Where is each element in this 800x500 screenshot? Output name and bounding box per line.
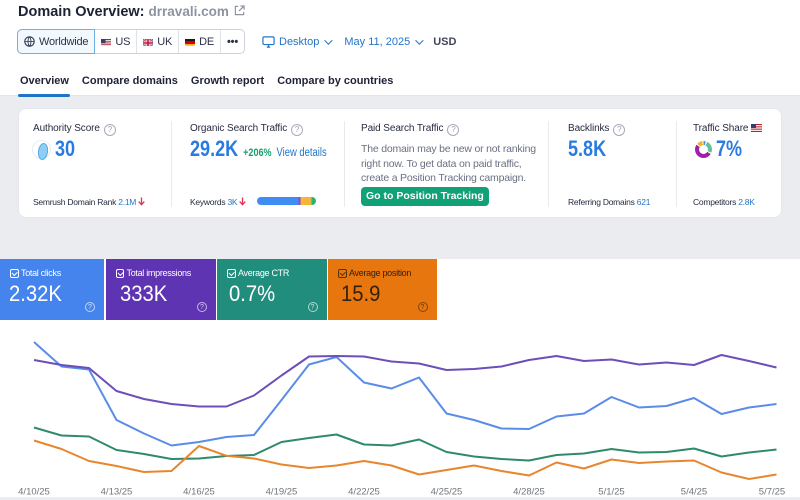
svg-text:4/13/25: 4/13/25 <box>101 487 133 498</box>
svg-text:5/1/25: 5/1/25 <box>598 487 624 498</box>
svg-text:5/4/25: 5/4/25 <box>681 487 707 498</box>
svg-text:5/7/25: 5/7/25 <box>759 487 785 498</box>
svg-text:4/10/25: 4/10/25 <box>18 487 50 498</box>
svg-text:4/28/25: 4/28/25 <box>513 487 545 498</box>
svg-text:4/22/25: 4/22/25 <box>348 487 380 498</box>
svg-text:4/16/25: 4/16/25 <box>183 487 215 498</box>
svg-text:4/25/25: 4/25/25 <box>431 487 463 498</box>
svg-text:4/19/25: 4/19/25 <box>266 487 298 498</box>
